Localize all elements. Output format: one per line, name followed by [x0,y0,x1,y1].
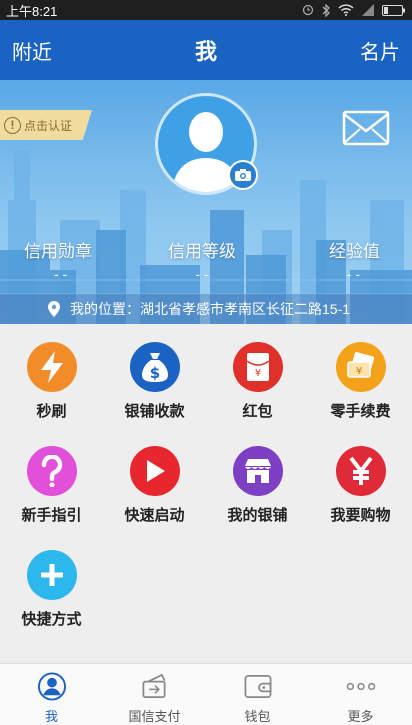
status-time: 上午8:21 [6,3,58,19]
grid-item-label: 我的银铺 [227,507,288,524]
status-icons [302,3,406,17]
payment-icon [142,673,166,699]
plus-icon [26,550,77,600]
svg-text:¥: ¥ [254,368,260,379]
grid-item-zero-fee[interactable]: ¥ 零手续费 [309,342,412,446]
stat-experience[interactable]: 经验值 - - [261,237,412,282]
tab-me[interactable]: 我 [0,664,103,725]
grid-item-red-envelope[interactable]: ¥ 红包 [206,342,309,446]
person-icon [37,672,66,701]
stat-value: - - [346,266,361,282]
grid-item-label: 银铺收款 [124,403,185,420]
camera-icon[interactable] [228,160,258,190]
stat-value: - - [195,266,209,282]
grid-item-label: 新手指引 [21,507,82,524]
function-grid: 秒刷 $ 银铺收款 ¥ 红包 ¥ 零手续费 新手指引 快速启动 我的银铺 我要购… [0,324,412,654]
money-bag-icon: $ [129,342,180,392]
tab-guoxin-pay[interactable]: 国信支付 [103,664,206,725]
yen-icon [335,446,386,496]
card-icon: ¥ [335,342,386,392]
question-icon [26,446,77,496]
stat-label: 信用等级 [168,242,236,261]
warning-icon: ! [4,116,21,134]
nearby-button[interactable]: 附近 [12,36,52,65]
grid-item-shopping[interactable]: 我要购物 [309,446,412,550]
stat-value: - - [54,266,68,282]
grid-item-label: 零手续费 [330,403,391,420]
stat-label: 经验值 [329,242,381,261]
tab-wallet[interactable]: 钱包 [206,664,309,725]
grid-item-label: 红包 [242,403,273,420]
lightning-icon [26,342,77,392]
red-envelope-icon: ¥ [232,342,283,392]
location-bar: 我的位置：湖北省孝感市孝南区长征二路15-1 [0,294,412,324]
profile-header: ! 点击认证 信用勋章 - - 信用等级 - - 经验值 - - 我的位置：湖北… [0,80,412,324]
page-title: 我 [194,39,217,64]
wallet-icon [244,674,271,699]
business-card-button[interactable]: 名片 [360,36,400,65]
tab-label: 我 [44,709,58,724]
grid-item-my-shop[interactable]: 我的银铺 [206,446,309,550]
stat-credit-medal[interactable]: 信用勋章 - - [0,237,143,282]
svg-text:$: $ [149,364,159,382]
certify-label: 点击认证 [24,118,73,133]
wifi-icon [338,4,354,16]
location-pin-icon [48,301,60,317]
bottom-tab-bar: 我 国信支付 钱包 更多 [0,663,412,725]
app-bar: 附近 我 名片 [0,20,412,80]
alarm-icon [302,4,314,16]
grid-item-quick-start[interactable]: 快速启动 [103,446,206,550]
svg-text:¥: ¥ [355,366,361,377]
location-text: 我的位置：湖北省孝感市孝南区长征二路15-1 [70,301,351,317]
mail-icon[interactable] [342,110,390,146]
credit-stats: 信用勋章 - - 信用等级 - - 经验值 - - [0,237,412,282]
signal-icon [362,4,374,16]
grid-item-shop-collect[interactable]: $ 银铺收款 [103,342,206,446]
tab-label: 钱包 [244,709,271,724]
tab-label: 更多 [347,709,374,724]
grid-item-quick-swipe[interactable]: 秒刷 [0,342,103,446]
grid-item-label: 快捷方式 [21,611,82,628]
bluetooth-icon [322,3,330,17]
grid-item-beginner-guide[interactable]: 新手指引 [0,446,103,550]
stat-label: 信用勋章 [24,242,92,261]
battery-icon [382,4,405,16]
tab-label: 国信支付 [128,709,181,724]
status-bar: 上午8:21 [0,0,412,20]
more-icon [346,682,375,691]
shop-icon [232,446,283,496]
grid-item-label: 秒刷 [36,403,67,420]
certify-button[interactable]: ! 点击认证 [0,110,92,140]
grid-item-label: 我要购物 [330,507,391,524]
tab-more[interactable]: 更多 [309,664,412,725]
grid-item-label: 快速启动 [124,507,185,524]
play-icon [129,446,180,496]
stat-credit-level[interactable]: 信用等级 - - [143,237,262,282]
grid-item-shortcut[interactable]: 快捷方式 [0,550,103,654]
